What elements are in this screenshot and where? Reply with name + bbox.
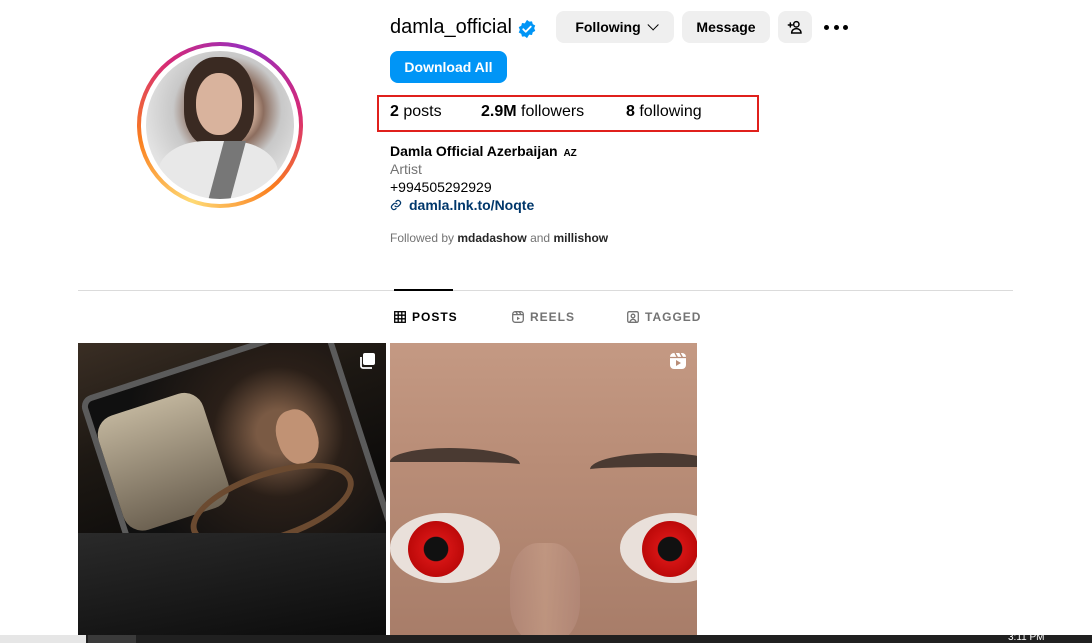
tab-reels[interactable]: REELS	[512, 310, 575, 324]
suggest-users-button[interactable]	[778, 11, 812, 43]
followed-by-prefix: Followed by	[390, 231, 455, 245]
followed-by-text[interactable]: Followed by mdadashow and millishow	[390, 231, 608, 245]
avatar-face	[196, 73, 242, 135]
tab-posts[interactable]: POSTS	[394, 310, 458, 324]
following-count: 8	[626, 103, 635, 120]
download-all-button[interactable]: Download All	[390, 51, 507, 83]
bio-name-text: Damla Official Azerbaijan	[390, 143, 558, 159]
following-button[interactable]: Following	[556, 11, 674, 43]
message-button-label: Message	[696, 19, 756, 35]
profile-divider	[78, 290, 1013, 291]
posts-count: 2	[390, 103, 399, 120]
post-2-right-brow	[590, 453, 697, 483]
post-1-person	[269, 404, 325, 470]
taskbar-app-button[interactable]	[88, 635, 136, 643]
followers-count: 2.9M	[481, 103, 517, 120]
grid-icon	[394, 311, 406, 323]
dot	[824, 24, 829, 30]
posts-label: posts	[403, 103, 442, 120]
tab-reels-label: REELS	[530, 310, 576, 324]
following-button-label: Following	[575, 19, 641, 35]
bio-full-name: Damla Official Azerbaijan AZ	[390, 143, 577, 159]
followed-by-and: and	[530, 231, 551, 245]
profile-username: damla_official	[390, 16, 512, 38]
post-1-car-door	[78, 533, 386, 635]
posts-count-stat: 2 posts	[390, 103, 442, 121]
followers-stat-link[interactable]: 2.9M followers	[481, 103, 584, 121]
reels-icon	[512, 311, 524, 323]
following-stat-link[interactable]: 8 following	[626, 103, 702, 121]
post-tile-2[interactable]	[390, 343, 697, 635]
tagged-icon	[627, 311, 639, 323]
post-2-right-iris	[642, 521, 697, 577]
reel-icon	[670, 352, 686, 369]
profile-avatar[interactable]	[146, 51, 294, 199]
followers-label: followers	[521, 103, 585, 120]
taskbar-start-area[interactable]	[0, 635, 86, 643]
chevron-down-icon	[647, 19, 659, 31]
following-label: following	[639, 103, 702, 120]
bio-link[interactable]: damla.lnk.to/Noqte	[390, 197, 534, 213]
followed-by-user-1[interactable]: mdadashow	[457, 231, 526, 245]
bio-phone: +994505292929	[390, 179, 492, 195]
followed-by-user-2[interactable]: millishow	[553, 231, 608, 245]
profile-avatar-ring[interactable]	[137, 42, 303, 208]
dot	[833, 24, 839, 30]
post-2-nose	[510, 543, 580, 635]
dot	[843, 24, 848, 30]
os-taskbar: 3:11 PM	[0, 632, 1092, 643]
post-2-left-brow	[390, 448, 520, 478]
carousel-icon	[360, 353, 375, 369]
post-2-left-eye	[390, 513, 500, 583]
post-2-left-iris	[408, 521, 464, 577]
link-icon	[390, 199, 402, 211]
verified-badge-icon	[518, 19, 536, 39]
post-2-right-eye	[620, 513, 697, 583]
bio-category: Artist	[390, 161, 422, 177]
tab-tagged-label: TAGGED	[645, 310, 702, 324]
post-tile-1[interactable]	[78, 343, 386, 635]
taskbar-clock: 3:11 PM	[1008, 632, 1045, 643]
more-options-icon[interactable]	[824, 17, 848, 37]
message-button[interactable]: Message	[682, 11, 770, 43]
active-tab-indicator	[394, 289, 453, 291]
bio-link-text: damla.lnk.to/Noqte	[409, 197, 535, 213]
tab-tagged[interactable]: TAGGED	[627, 310, 701, 324]
tab-posts-label: POSTS	[412, 310, 458, 324]
bio-country-badge: AZ	[563, 148, 577, 159]
add-user-icon	[787, 20, 802, 34]
